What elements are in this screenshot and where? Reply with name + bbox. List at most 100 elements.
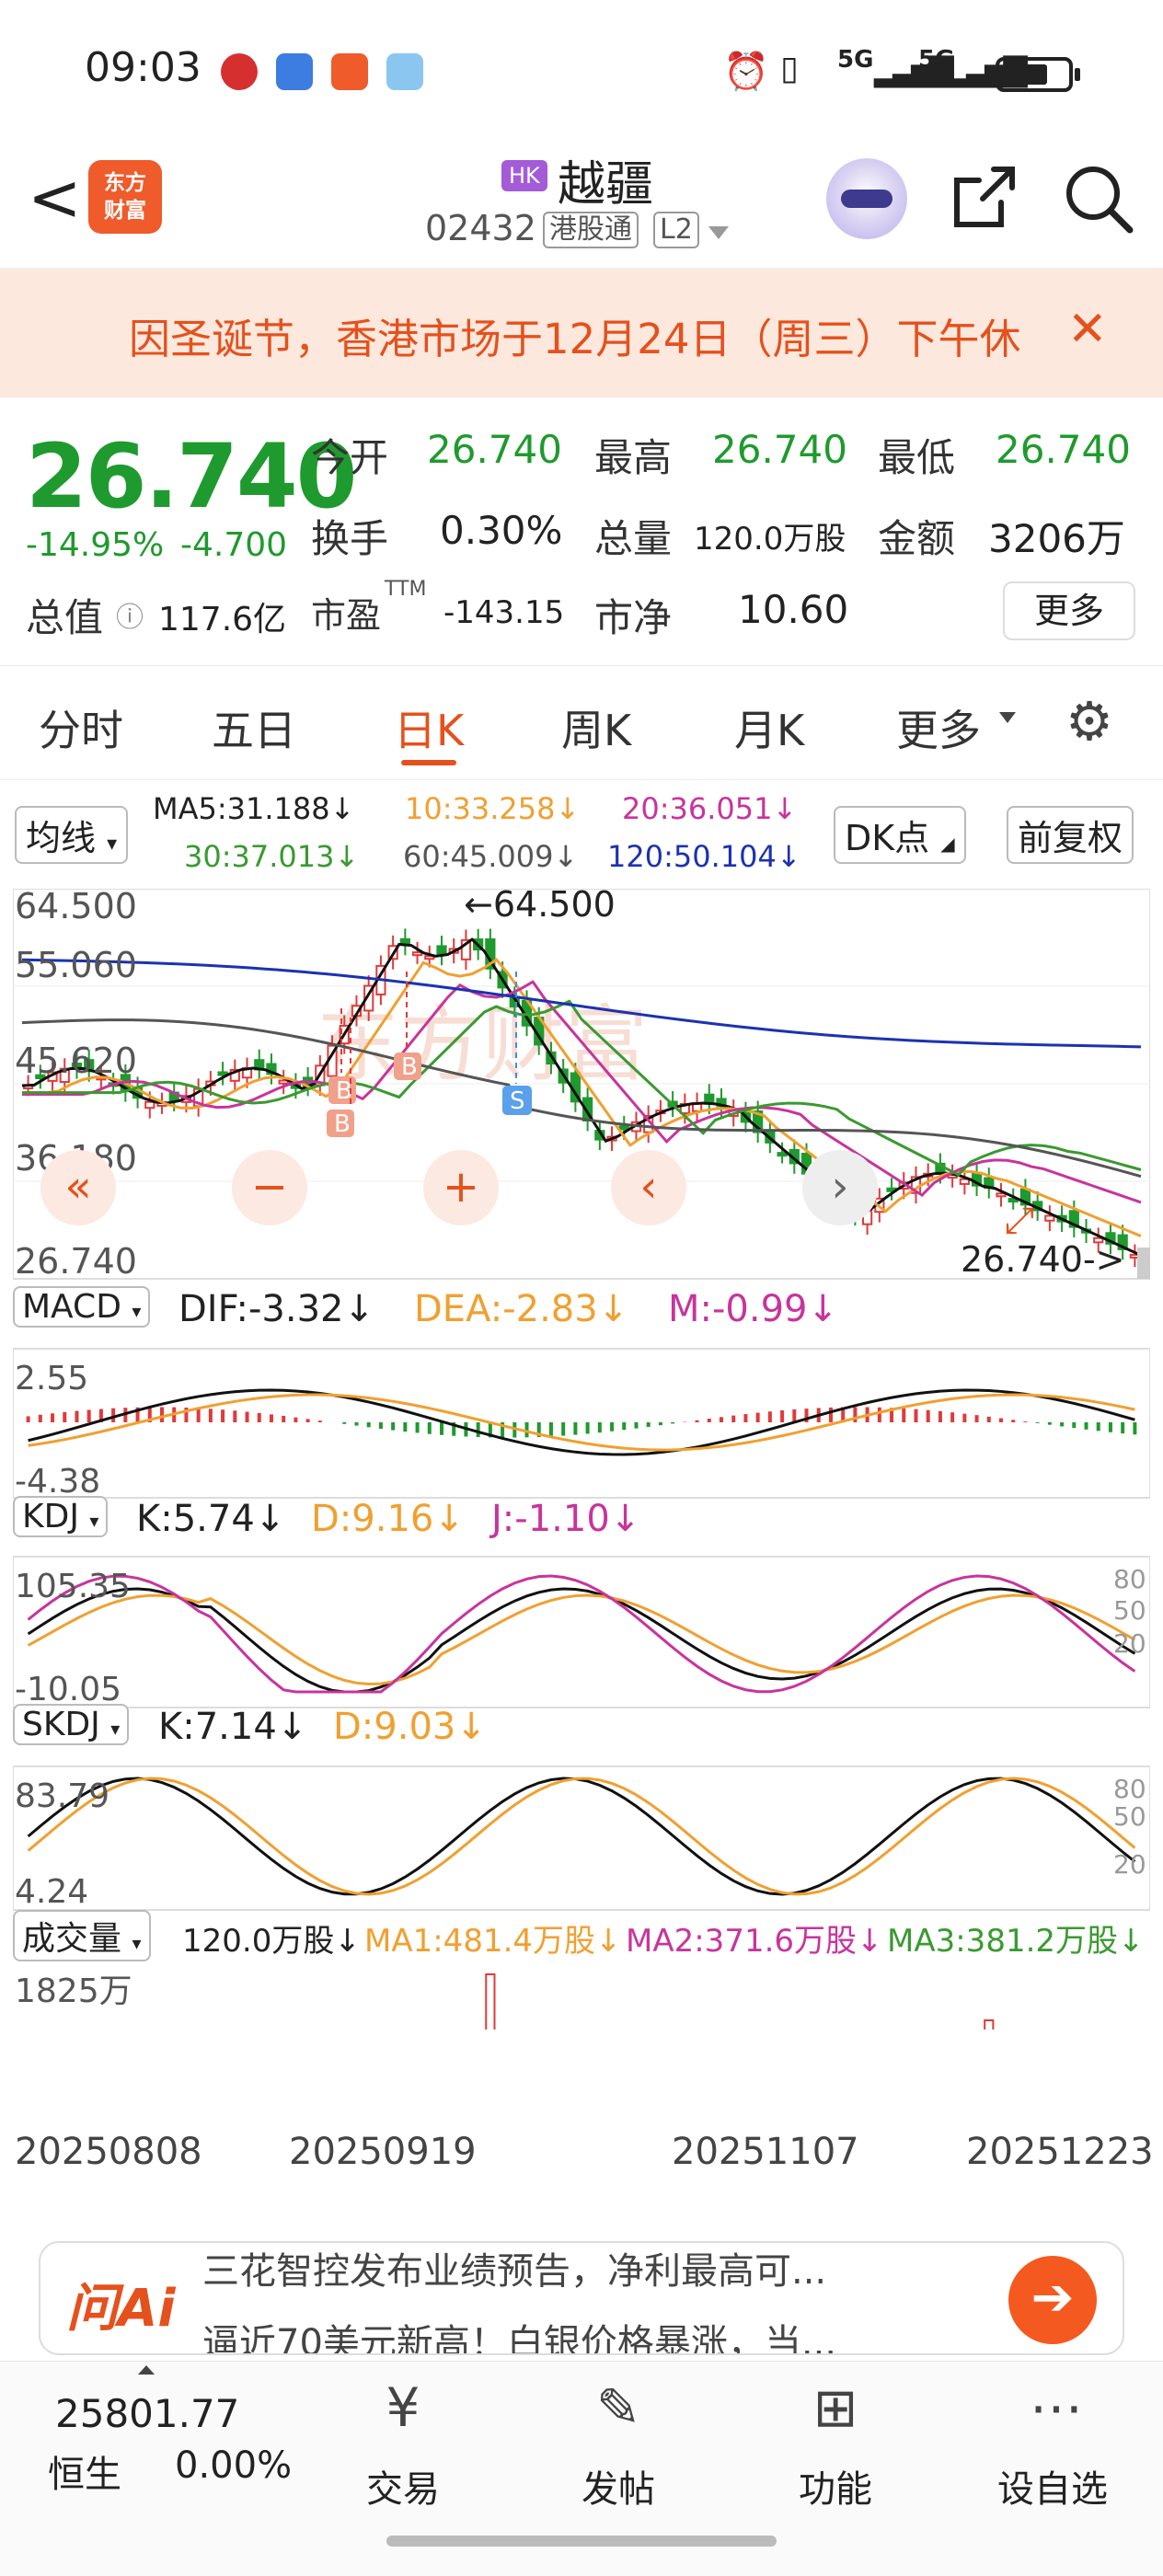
share-icon[interactable] [950, 162, 1019, 232]
nav-add-watchlist[interactable]: 设自选 [997, 2459, 1108, 2513]
functions-grid-icon[interactable]: ⊞ [799, 2371, 872, 2444]
macd-selector[interactable]: MACD ▾ [13, 1286, 151, 1328]
macd-y-top: 2.55 [15, 1360, 88, 1397]
candle-body [777, 1152, 788, 1157]
index-up-icon [138, 2365, 155, 2375]
chevron-down-icon: ▾ [89, 1510, 99, 1532]
tab-daily-k[interactable]: 日K [394, 697, 464, 758]
low-label: 最低 [878, 435, 956, 480]
x-date-4: 20251223 [966, 2131, 1154, 2173]
network-5g-1: 5G [837, 46, 874, 74]
news-app-icon [331, 53, 368, 90]
ai-assistant-avatar[interactable] [826, 158, 907, 239]
pb-value: 10.60 [738, 587, 849, 632]
mktcap-value: 117.6亿 [158, 601, 287, 638]
macd-group [26, 1388, 1137, 1456]
last-price-marker: 26.740-> [961, 1239, 1125, 1280]
x-date-1: 20250808 [15, 2131, 202, 2173]
pb-label: 市净 [594, 595, 673, 640]
index-change[interactable]: 0.00% [175, 2444, 292, 2487]
kdj-level-50: 50 [1113, 1595, 1146, 1626]
more-button[interactable]: 更多 [1003, 581, 1135, 640]
open-label: 今开 [311, 435, 389, 480]
dk-point-button[interactable]: DK点 ◢ [834, 806, 966, 864]
kdj-group [27, 1574, 1136, 1694]
chevron-down-icon: ▾ [107, 833, 118, 856]
fullscreen-icon[interactable]: ⤢ [1005, 1200, 1034, 1242]
ma-selector[interactable]: 均线 ▾ [15, 806, 129, 864]
y-label-bottom: 26.740 [15, 1241, 137, 1282]
scroll-right-button[interactable]: › [802, 1150, 878, 1225]
zoom-in-button[interactable]: + [423, 1150, 499, 1225]
more-dots-icon[interactable]: ⋯ [1019, 2371, 1093, 2444]
zoom-out-button[interactable]: − [232, 1150, 307, 1225]
tab-intraday[interactable]: 分时 [39, 697, 123, 758]
candles-group [23, 928, 1140, 1268]
status-time: 09:03 [85, 44, 202, 91]
volume-selector-label: 成交量 [22, 1920, 122, 1958]
back-button[interactable]: < [28, 166, 82, 230]
high-value: 26.740 [712, 427, 847, 472]
index-value[interactable]: 25801.77 [55, 2391, 239, 2436]
kdj-level-20: 20 [1113, 1628, 1146, 1659]
chevron-down-icon: ▾ [132, 1300, 142, 1322]
weather-app-icon [386, 53, 423, 90]
ai-news-bar[interactable]: 问Ai 三花智控发布业绩预告，净利最高可... 逼近70美元新高！白银价格暴涨，… [39, 2241, 1124, 2355]
buy-label-3: B [401, 1053, 418, 1081]
volume-label: 总量 [594, 516, 673, 561]
chevron-down-icon: ▾ [110, 1718, 121, 1740]
close-icon[interactable]: ✕ [1067, 302, 1108, 357]
x-date-3: 20251107 [672, 2131, 859, 2173]
ma5-line [21, 937, 1142, 1257]
ma120-value: 120:50.104↓ [607, 839, 801, 874]
buy-label-2: B [334, 1110, 351, 1138]
skdj-k-line [27, 1777, 1136, 1896]
arrow-right-icon[interactable]: ➔ [1008, 2256, 1097, 2344]
scroll-far-left-button[interactable]: « [40, 1150, 116, 1225]
skdj-selector[interactable]: SKDJ ▾ [13, 1704, 130, 1745]
scroll-left-button[interactable]: ‹ [611, 1150, 686, 1225]
dk-point-label: DK点 [845, 818, 930, 858]
volume-y-top: 1825万 [15, 1972, 132, 2010]
nav-post[interactable]: 发帖 [582, 2459, 655, 2513]
y-label-3: 45.620 [15, 1041, 137, 1081]
ma30-value: 30:37.013↓ [184, 839, 360, 874]
ma5-value: MA5:31.188↓ [153, 791, 355, 826]
open-value: 26.740 [427, 427, 562, 472]
tab-weekly-k[interactable]: 周K [561, 697, 631, 758]
turnover-label: 换手 [311, 516, 389, 561]
nav-functions[interactable]: 功能 [799, 2459, 872, 2513]
dea-line [28, 1393, 1135, 1452]
pe-value: -143.15 [443, 594, 565, 631]
macd-y-bottom: -4.38 [15, 1463, 100, 1501]
logo-text-1: 东方 [104, 171, 146, 195]
post-edit-icon[interactable]: ✎ [582, 2371, 655, 2444]
ma60-value: 60:45.009↓ [403, 839, 579, 874]
search-icon[interactable] [1062, 162, 1135, 236]
ai-news-line-1: 三花智控发布业绩预告，净利最高可... [202, 2250, 827, 2293]
active-tab-indicator [401, 760, 456, 765]
volume-bar [485, 1973, 496, 2030]
settings-gear-icon[interactable]: ⚙ [1065, 690, 1113, 753]
sell-label: S [510, 1087, 525, 1115]
info-icon[interactable]: ⓘ [116, 594, 144, 635]
eastmoney-logo[interactable]: 东方 财富 [88, 160, 162, 234]
volume-selector[interactable]: 成交量 ▾ [13, 1910, 151, 1961]
ma20-value: 20:36.051↓ [622, 791, 798, 826]
change-amount: -4.700 [180, 526, 288, 564]
tab-monthly-k[interactable]: 月K [734, 697, 804, 758]
kline-svg: 东方财富 B B B S 64.500 55.060 45.620 36.180… [13, 889, 1150, 2030]
tab-five-day[interactable]: 五日 [212, 697, 296, 758]
index-name[interactable]: 恒生 [48, 2444, 121, 2498]
candle-body [411, 951, 423, 957]
high-label: 最高 [594, 435, 673, 480]
change-percent: -14.95% [26, 526, 165, 564]
chevron-down-icon: ▾ [132, 1932, 142, 1954]
dropdown-icon[interactable] [708, 226, 729, 239]
nav-trade[interactable]: 交易 [366, 2459, 440, 2513]
adjust-button[interactable]: 前复权 [1007, 806, 1134, 864]
skdj-selector-label: SKDJ [22, 1706, 100, 1743]
trade-icon[interactable]: ¥ [366, 2371, 440, 2444]
kdj-selector[interactable]: KDJ ▾ [13, 1496, 109, 1537]
tab-more[interactable]: 更多 [896, 697, 981, 758]
